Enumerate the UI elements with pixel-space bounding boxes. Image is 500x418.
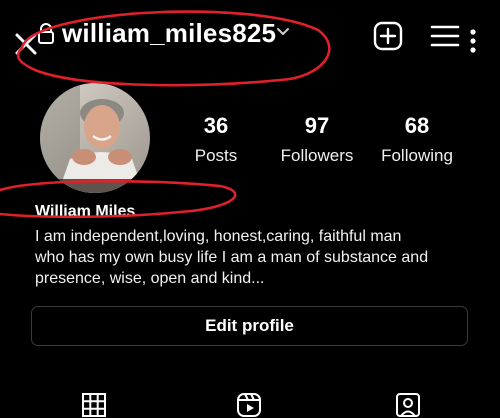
lock-icon (38, 23, 54, 44)
followers-label: Followers (280, 146, 354, 165)
followers-count: 97 (304, 113, 330, 138)
following-label: Following (381, 146, 453, 165)
plus-square-icon[interactable] (372, 20, 404, 52)
edit-profile-button[interactable]: Edit profile (31, 306, 468, 346)
bio-line: I am independent,loving, honest,caring, … (35, 228, 402, 245)
bio-line: who has my own busy life I am a man of s… (35, 249, 429, 266)
avatar[interactable] (40, 83, 150, 193)
close-icon[interactable] (12, 30, 40, 58)
chevron-down-icon[interactable] (275, 25, 291, 39)
hamburger-menu-icon[interactable] (428, 22, 462, 50)
posts-stat[interactable]: 36 Posts (161, 112, 271, 168)
posts-count: 36 (203, 113, 229, 138)
avatar-photo (40, 83, 150, 193)
following-count: 68 (404, 113, 430, 138)
grid-icon[interactable] (81, 392, 107, 418)
tagged-icon[interactable] (395, 392, 421, 418)
reels-icon[interactable] (236, 392, 262, 418)
profile-username[interactable]: william_miles825 (62, 18, 276, 49)
bio-line: presence, wise, open and kind... (35, 270, 265, 287)
posts-label: Posts (194, 146, 238, 165)
more-vertical-icon[interactable] (468, 28, 478, 56)
profile-name: William Miles (35, 203, 136, 220)
followers-stat[interactable]: 97 Followers (262, 112, 372, 168)
profile-bio: I am independent,loving, honest,caring, … (35, 226, 475, 289)
following-stat[interactable]: 68 Following (362, 112, 472, 168)
edit-profile-label: Edit profile (205, 316, 294, 335)
